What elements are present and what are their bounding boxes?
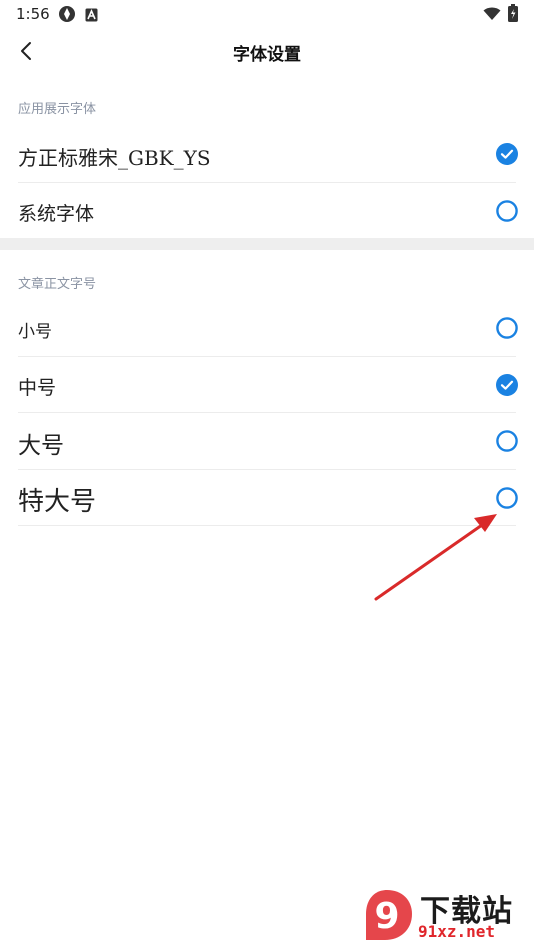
divider: [18, 525, 516, 526]
size-option-medium[interactable]: 中号: [0, 357, 534, 413]
watermark-logo-glyph: 9: [374, 896, 399, 937]
size-option-extra-large[interactable]: 特大号: [0, 470, 534, 526]
radio-unchecked-icon[interactable]: [496, 487, 518, 509]
status-bar: 1:56: [0, 0, 534, 28]
battery-icon: [508, 4, 518, 26]
size-option-large[interactable]: 大号: [0, 413, 534, 470]
a-badge-icon: [85, 7, 98, 26]
size-option-label: 大号: [18, 433, 64, 459]
app-header: 字体设置: [0, 28, 534, 74]
radio-unchecked-icon[interactable]: [496, 430, 518, 452]
size-option-label: 中号: [18, 377, 57, 399]
font-option-label: 方正标雅宋_GBK_YS: [18, 146, 211, 170]
size-option-label: 小号: [18, 322, 52, 342]
size-option-label: 特大号: [18, 487, 97, 517]
size-option-small[interactable]: 小号: [0, 300, 534, 357]
status-time: 1:56: [16, 5, 50, 23]
app-icon: [58, 5, 76, 27]
watermark: 9 下载站 91xz.net: [358, 886, 528, 946]
section-label-body-size: 文章正文字号: [18, 277, 97, 292]
page-title: 字体设置: [233, 45, 301, 65]
radio-checked-icon[interactable]: [496, 143, 518, 165]
watermark-line2: 91xz.net: [418, 922, 496, 941]
font-settings-screen: 1:56 字体设置 应用展示字体 方正标雅宋_GBK_YS 系统字体 文章正文字…: [0, 0, 534, 950]
watermark-logo: 9: [366, 890, 412, 940]
radio-unchecked-icon[interactable]: [496, 317, 518, 339]
radio-checked-icon[interactable]: [496, 374, 518, 396]
radio-unchecked-icon[interactable]: [496, 200, 518, 222]
section-label-display-font: 应用展示字体: [18, 102, 97, 117]
section-separator: [0, 238, 534, 250]
font-option-fangzheng[interactable]: 方正标雅宋_GBK_YS: [0, 126, 534, 183]
wifi-icon: [483, 6, 501, 25]
font-option-system[interactable]: 系统字体: [0, 183, 534, 238]
font-option-label: 系统字体: [18, 203, 95, 225]
